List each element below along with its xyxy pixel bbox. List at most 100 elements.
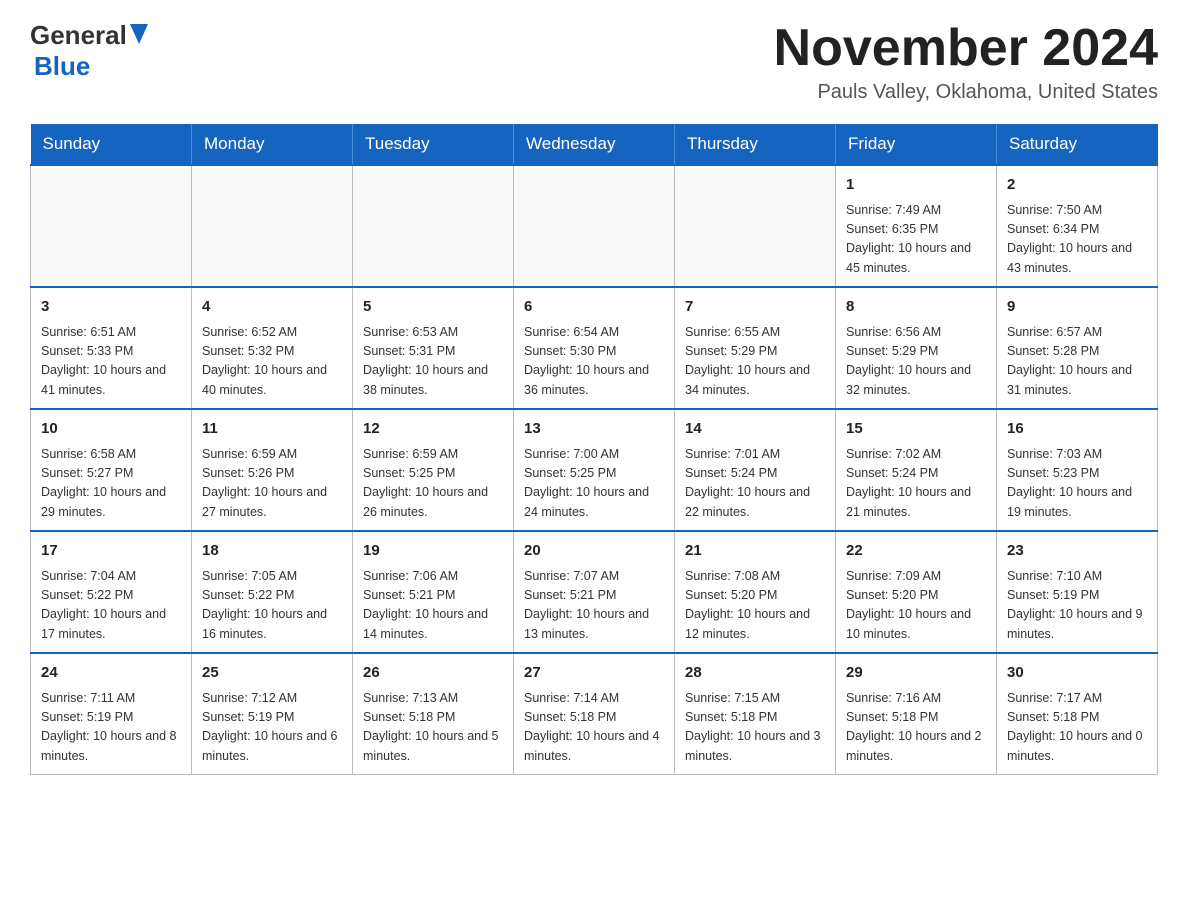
day-number: 5 [363, 296, 503, 319]
day-info: Sunrise: 7:12 AM Sunset: 5:19 PM Dayligh… [202, 689, 342, 767]
weekday-header-sunday: Sunday [31, 124, 192, 165]
day-info: Sunrise: 6:57 AM Sunset: 5:28 PM Dayligh… [1007, 323, 1147, 401]
day-info: Sunrise: 7:02 AM Sunset: 5:24 PM Dayligh… [846, 445, 986, 523]
calendar-cell: 7 Sunrise: 6:55 AM Sunset: 5:29 PM Daylig… [675, 287, 836, 409]
day-number: 12 [363, 418, 503, 441]
calendar-cell: 3 Sunrise: 6:51 AM Sunset: 5:33 PM Daylig… [31, 287, 192, 409]
calendar-cell: 21 Sunrise: 7:08 AM Sunset: 5:20 PM Dayli… [675, 531, 836, 653]
day-info: Sunrise: 7:04 AM Sunset: 5:22 PM Dayligh… [41, 567, 181, 645]
calendar-header-row: SundayMondayTuesdayWednesdayThursdayFrid… [31, 124, 1158, 165]
calendar-cell: 30 Sunrise: 7:17 AM Sunset: 5:18 PM Dayli… [997, 653, 1158, 775]
day-info: Sunrise: 6:59 AM Sunset: 5:25 PM Dayligh… [363, 445, 503, 523]
calendar-cell: 23 Sunrise: 7:10 AM Sunset: 5:19 PM Dayli… [997, 531, 1158, 653]
day-info: Sunrise: 6:54 AM Sunset: 5:30 PM Dayligh… [524, 323, 664, 401]
calendar-cell: 13 Sunrise: 7:00 AM Sunset: 5:25 PM Dayli… [514, 409, 675, 531]
day-number: 29 [846, 662, 986, 685]
day-number: 15 [846, 418, 986, 441]
calendar-week-row: 1 Sunrise: 7:49 AM Sunset: 6:35 PM Daylig… [31, 165, 1158, 287]
logo-triangle-icon [130, 24, 148, 49]
day-number: 7 [685, 296, 825, 319]
calendar-cell: 6 Sunrise: 6:54 AM Sunset: 5:30 PM Daylig… [514, 287, 675, 409]
day-info: Sunrise: 6:53 AM Sunset: 5:31 PM Dayligh… [363, 323, 503, 401]
weekday-header-thursday: Thursday [675, 124, 836, 165]
day-info: Sunrise: 7:08 AM Sunset: 5:20 PM Dayligh… [685, 567, 825, 645]
day-info: Sunrise: 7:14 AM Sunset: 5:18 PM Dayligh… [524, 689, 664, 767]
day-number: 19 [363, 540, 503, 563]
calendar-cell: 4 Sunrise: 6:52 AM Sunset: 5:32 PM Daylig… [192, 287, 353, 409]
calendar-cell: 22Sunrise: 7:09 AM Sunset: 5:20 PM Dayli… [836, 531, 997, 653]
logo-top: General [30, 20, 148, 51]
day-info: Sunrise: 6:56 AM Sunset: 5:29 PM Dayligh… [846, 323, 986, 401]
day-info: Sunrise: 7:50 AM Sunset: 6:34 PM Dayligh… [1007, 201, 1147, 279]
calendar-cell [514, 165, 675, 287]
calendar-cell: 17Sunrise: 7:04 AM Sunset: 5:22 PM Dayli… [31, 531, 192, 653]
page-header: General Blue November 2024 Pauls Valley,… [30, 20, 1158, 104]
calendar-cell [192, 165, 353, 287]
day-number: 30 [1007, 662, 1147, 685]
day-number: 4 [202, 296, 342, 319]
day-info: Sunrise: 6:51 AM Sunset: 5:33 PM Dayligh… [41, 323, 181, 401]
day-number: 11 [202, 418, 342, 441]
calendar-cell: 10 Sunrise: 6:58 AM Sunset: 5:27 PM Dayli… [31, 409, 192, 531]
day-info: Sunrise: 7:49 AM Sunset: 6:35 PM Dayligh… [846, 201, 986, 279]
calendar-cell: 26 Sunrise: 7:13 AM Sunset: 5:18 PM Dayli… [353, 653, 514, 775]
logo-bottom: Blue [30, 51, 90, 82]
day-number: 26 [363, 662, 503, 685]
calendar-week-row: 24 Sunrise: 7:11 AM Sunset: 5:19 PM Dayli… [31, 653, 1158, 775]
calendar-cell: 2 Sunrise: 7:50 AM Sunset: 6:34 PM Daylig… [997, 165, 1158, 287]
calendar-cell: 20 Sunrise: 7:07 AM Sunset: 5:21 PM Dayli… [514, 531, 675, 653]
logo-general-text: General [30, 20, 127, 51]
day-info: Sunrise: 7:17 AM Sunset: 5:18 PM Dayligh… [1007, 689, 1147, 767]
calendar-cell: 9Sunrise: 6:57 AM Sunset: 5:28 PM Daylig… [997, 287, 1158, 409]
logo-blue-text: Blue [34, 51, 90, 81]
calendar-week-row: 3 Sunrise: 6:51 AM Sunset: 5:33 PM Daylig… [31, 287, 1158, 409]
day-number: 24 [41, 662, 181, 685]
day-info: Sunrise: 7:11 AM Sunset: 5:19 PM Dayligh… [41, 689, 181, 767]
day-info: Sunrise: 6:55 AM Sunset: 5:29 PM Dayligh… [685, 323, 825, 401]
weekday-header-wednesday: Wednesday [514, 124, 675, 165]
day-number: 1 [846, 174, 986, 197]
day-number: 14 [685, 418, 825, 441]
day-number: 23 [1007, 540, 1147, 563]
day-info: Sunrise: 7:07 AM Sunset: 5:21 PM Dayligh… [524, 567, 664, 645]
calendar-week-row: 17Sunrise: 7:04 AM Sunset: 5:22 PM Dayli… [31, 531, 1158, 653]
day-info: Sunrise: 6:52 AM Sunset: 5:32 PM Dayligh… [202, 323, 342, 401]
title-section: November 2024 Pauls Valley, Oklahoma, Un… [774, 20, 1158, 104]
logo: General Blue [30, 20, 148, 82]
calendar-table: SundayMondayTuesdayWednesdayThursdayFrid… [30, 124, 1158, 775]
calendar-cell: 1 Sunrise: 7:49 AM Sunset: 6:35 PM Daylig… [836, 165, 997, 287]
day-info: Sunrise: 6:58 AM Sunset: 5:27 PM Dayligh… [41, 445, 181, 523]
day-number: 25 [202, 662, 342, 685]
weekday-header-monday: Monday [192, 124, 353, 165]
calendar-cell [31, 165, 192, 287]
day-info: Sunrise: 7:13 AM Sunset: 5:18 PM Dayligh… [363, 689, 503, 767]
weekday-header-friday: Friday [836, 124, 997, 165]
day-info: Sunrise: 7:00 AM Sunset: 5:25 PM Dayligh… [524, 445, 664, 523]
day-number: 2 [1007, 174, 1147, 197]
day-number: 13 [524, 418, 664, 441]
day-info: Sunrise: 7:03 AM Sunset: 5:23 PM Dayligh… [1007, 445, 1147, 523]
day-info: Sunrise: 7:16 AM Sunset: 5:18 PM Dayligh… [846, 689, 986, 767]
day-info: Sunrise: 7:05 AM Sunset: 5:22 PM Dayligh… [202, 567, 342, 645]
day-number: 8 [846, 296, 986, 319]
day-number: 20 [524, 540, 664, 563]
calendar-cell: 16 Sunrise: 7:03 AM Sunset: 5:23 PM Dayli… [997, 409, 1158, 531]
day-number: 27 [524, 662, 664, 685]
day-number: 6 [524, 296, 664, 319]
calendar-cell [353, 165, 514, 287]
calendar-cell [675, 165, 836, 287]
calendar-cell: 14Sunrise: 7:01 AM Sunset: 5:24 PM Dayli… [675, 409, 836, 531]
calendar-cell: 28Sunrise: 7:15 AM Sunset: 5:18 PM Dayli… [675, 653, 836, 775]
calendar-cell: 5 Sunrise: 6:53 AM Sunset: 5:31 PM Daylig… [353, 287, 514, 409]
day-info: Sunrise: 7:10 AM Sunset: 5:19 PM Dayligh… [1007, 567, 1147, 645]
location-text: Pauls Valley, Oklahoma, United States [774, 81, 1158, 104]
calendar-cell: 12 Sunrise: 6:59 AM Sunset: 5:25 PM Dayli… [353, 409, 514, 531]
calendar-cell: 29 Sunrise: 7:16 AM Sunset: 5:18 PM Dayli… [836, 653, 997, 775]
day-info: Sunrise: 6:59 AM Sunset: 5:26 PM Dayligh… [202, 445, 342, 523]
day-number: 16 [1007, 418, 1147, 441]
day-number: 3 [41, 296, 181, 319]
day-info: Sunrise: 7:09 AM Sunset: 5:20 PM Dayligh… [846, 567, 986, 645]
day-number: 21 [685, 540, 825, 563]
day-number: 10 [41, 418, 181, 441]
calendar-cell: 11 Sunrise: 6:59 AM Sunset: 5:26 PM Dayli… [192, 409, 353, 531]
